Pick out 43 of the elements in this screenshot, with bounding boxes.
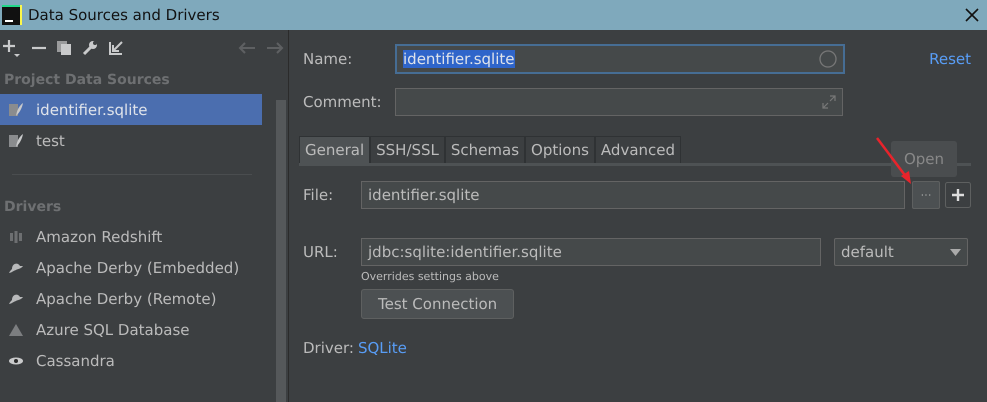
dropdown-caret-icon <box>950 248 961 256</box>
sidebar-item[interactable]: Azure SQL Database <box>0 314 262 345</box>
circle-icon <box>819 50 837 68</box>
hint-text: Overrides settings above <box>361 270 500 283</box>
browse-button[interactable]: ··· <box>912 181 940 209</box>
sidebar-item[interactable]: test <box>0 125 262 156</box>
feather-icon <box>8 132 24 148</box>
tab[interactable]: Advanced <box>594 136 682 163</box>
sidebar-item[interactable]: Apache Derby (Embedded) <box>0 252 262 283</box>
tab[interactable]: Schemas <box>444 136 526 163</box>
file-label: File: <box>303 186 334 204</box>
sidebar-item[interactable]: Cassandra <box>0 345 262 376</box>
wrench-icon[interactable] <box>82 40 98 56</box>
app-logo-icon <box>2 5 22 25</box>
comment-field[interactable] <box>395 88 843 116</box>
comment-label: Comment: <box>303 93 383 111</box>
add-icon[interactable] <box>945 182 971 208</box>
tab[interactable]: SSH/SSL <box>370 136 445 163</box>
bars-icon <box>8 228 24 244</box>
sidebar-item[interactable]: Amazon Redshift <box>0 221 262 252</box>
sidebar-item[interactable]: Apache Derby (Remote) <box>0 283 262 314</box>
driver-label: Driver: <box>303 339 354 357</box>
tab[interactable]: General <box>299 136 370 163</box>
scrollbar[interactable] <box>276 100 286 402</box>
tab[interactable]: Options <box>525 136 595 163</box>
add-icon[interactable] <box>2 38 22 58</box>
close-icon[interactable] <box>965 8 979 22</box>
test-connection-button[interactable]: Test Connection <box>361 289 514 319</box>
feather-icon <box>8 102 24 118</box>
triangle-icon <box>8 322 24 338</box>
tooltip: Open <box>891 141 957 177</box>
url-label: URL: <box>303 243 339 261</box>
url-field[interactable]: jdbc:sqlite:identifier.sqlite <box>361 238 821 266</box>
import-icon[interactable] <box>108 40 124 56</box>
window-title: Data Sources and Drivers <box>28 6 221 24</box>
file-field[interactable]: identifier.sqlite <box>361 181 905 209</box>
sidebar-item[interactable]: identifier.sqlite <box>0 94 262 125</box>
driver-mode-dropdown[interactable]: default <box>834 238 968 266</box>
reset-link[interactable]: Reset <box>929 50 971 68</box>
name-field[interactable]: identifier.sqlite <box>395 44 845 74</box>
name-label: Name: <box>303 50 354 68</box>
copy-icon[interactable] <box>56 40 72 56</box>
driver-link[interactable]: SQLite <box>358 339 407 357</box>
